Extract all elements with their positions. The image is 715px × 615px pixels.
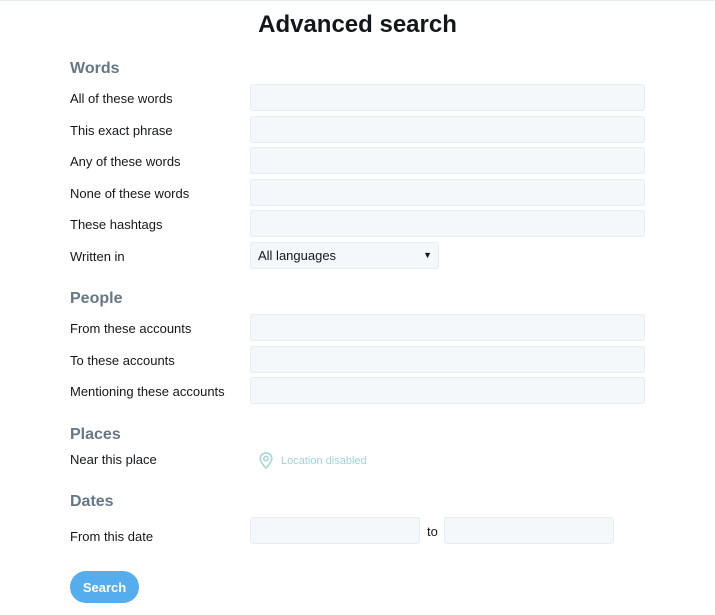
places-heading: Places (70, 426, 121, 443)
language-select[interactable]: All languages ▼ (250, 242, 439, 269)
hashtags-label: These hashtags (70, 217, 163, 232)
to-accounts-input[interactable] (250, 346, 645, 373)
dates-heading: Dates (70, 493, 114, 510)
written-in-label: Written in (70, 249, 125, 264)
from-date-label: From this date (70, 529, 154, 544)
advanced-search-page: Advanced search Words All of these words… (0, 0, 715, 615)
none-words-label: None of these words (70, 186, 190, 201)
search-button[interactable]: Search (70, 571, 139, 603)
from-accounts-label: From these accounts (70, 321, 192, 336)
any-words-input[interactable] (250, 147, 645, 174)
exact-phrase-input[interactable] (250, 116, 645, 143)
hashtags-input[interactable] (250, 210, 645, 237)
words-heading: Words (70, 60, 120, 77)
exact-phrase-label: This exact phrase (70, 123, 173, 138)
start-date-input[interactable] (250, 517, 420, 544)
people-heading: People (70, 290, 123, 307)
language-select-value: All languages (258, 248, 337, 263)
all-words-input[interactable] (250, 84, 645, 111)
location-pin-icon (259, 452, 273, 469)
mentioning-accounts-input[interactable] (250, 377, 645, 404)
from-accounts-input[interactable] (250, 314, 645, 341)
dropdown-arrow-icon: ▼ (423, 250, 432, 260)
location-status-text: Location disabled (281, 454, 367, 467)
near-place-label: Near this place (70, 452, 157, 467)
date-range-to-label: to (427, 524, 438, 539)
to-accounts-label: To these accounts (70, 353, 175, 368)
page-title: Advanced search (258, 11, 457, 38)
end-date-input[interactable] (444, 517, 614, 544)
none-words-input[interactable] (250, 179, 645, 206)
any-words-label: Any of these words (70, 154, 181, 169)
location-toggle[interactable]: Location disabled (259, 452, 367, 469)
all-words-label: All of these words (70, 91, 173, 106)
mentioning-accounts-label: Mentioning these accounts (70, 384, 225, 399)
